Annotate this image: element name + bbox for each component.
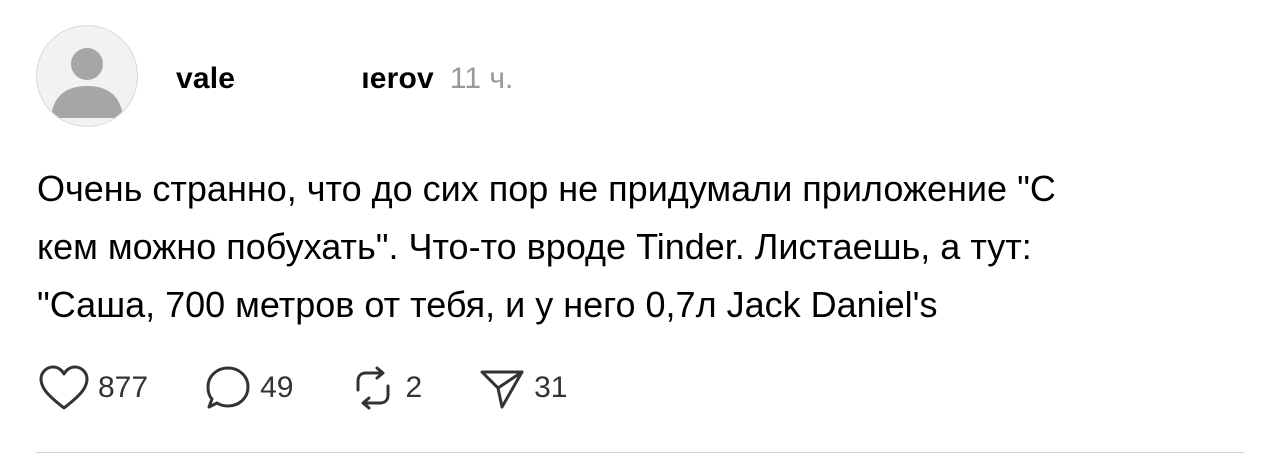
like-button[interactable]: 877 bbox=[38, 364, 148, 412]
share-button[interactable]: 31 bbox=[478, 364, 568, 412]
repost-count: 2 bbox=[405, 371, 423, 404]
repost-button[interactable]: 2 bbox=[349, 364, 422, 412]
comment-button[interactable]: 49 bbox=[204, 364, 293, 412]
author-username-start: vale bbox=[176, 62, 236, 95]
post-divider bbox=[36, 452, 1244, 453]
post-card: vale ıerov 11 ч. Очень странно, что до с… bbox=[0, 0, 1280, 456]
heart-icon bbox=[39, 365, 89, 410]
post-actions: 877 49 2 31 bbox=[38, 360, 624, 416]
share-send-icon bbox=[480, 370, 524, 409]
redacted-area bbox=[235, 58, 362, 88]
avatar-placeholder-icon bbox=[51, 48, 123, 118]
author-row: vale ıerov 11 ч. bbox=[176, 58, 513, 96]
repost-icon bbox=[356, 366, 390, 410]
comment-count: 49 bbox=[260, 371, 294, 404]
comment-bubble-icon bbox=[206, 366, 250, 409]
post-timestamp: 11 ч. bbox=[449, 62, 514, 95]
post-header: vale ıerov 11 ч. bbox=[36, 24, 513, 128]
like-count: 877 bbox=[98, 371, 149, 404]
author-username-end: ıerov bbox=[361, 62, 434, 95]
author-username[interactable]: vale ıerov bbox=[176, 58, 434, 96]
avatar[interactable] bbox=[36, 25, 138, 127]
share-count: 31 bbox=[534, 371, 568, 404]
post-text: Очень странно, что до сих пор не придума… bbox=[37, 168, 1056, 325]
